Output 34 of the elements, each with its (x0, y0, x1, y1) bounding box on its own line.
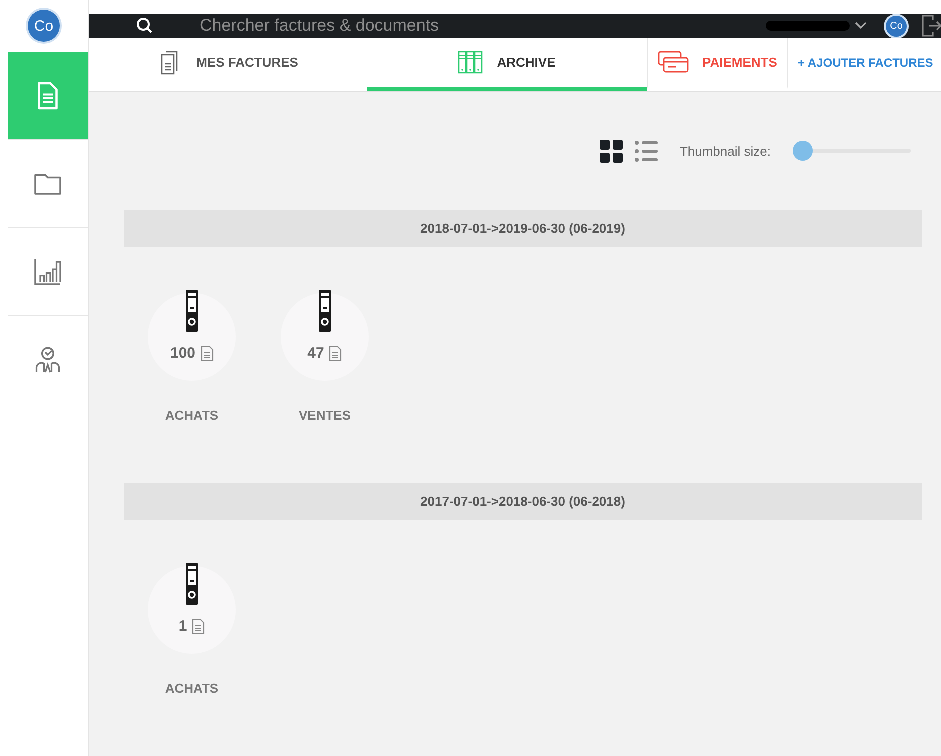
list-view-icon[interactable] (634, 140, 658, 162)
binder-icon (185, 289, 199, 333)
folder-thumbnail[interactable]: 47 (281, 293, 369, 381)
chevron-down-icon[interactable] (854, 21, 868, 31)
binder-icon (185, 562, 199, 606)
binders-icon (458, 50, 484, 75)
add-invoices-link[interactable]: + AJOUTER FACTURES (787, 38, 941, 91)
tab[interactable]: PAIEMENTS (647, 38, 787, 91)
user-avatar[interactable]: Co (28, 10, 60, 42)
logout-icon[interactable] (921, 14, 941, 38)
user-avatar[interactable]: Co (886, 16, 907, 36)
search-icon (136, 17, 154, 35)
folder-thumbnail[interactable]: 100 (148, 293, 236, 381)
tab[interactable]: MES FACTURES (89, 38, 367, 91)
thumbnail-size-slider[interactable] (793, 141, 911, 161)
folder-label: VENTES (298, 408, 351, 423)
folder-label: ACHATS (165, 408, 219, 423)
grid-view-icon[interactable] (600, 140, 623, 162)
sidebar-item[interactable] (8, 52, 88, 140)
bar-chart-icon (33, 256, 63, 286)
period-header: 2018-07-01->2019-06-30 (06-2019) (124, 210, 922, 247)
document-count: 100 (170, 345, 196, 362)
thumbnail-size-label: Thumbnail size: (680, 144, 771, 158)
folder-label: ACHATS (165, 681, 219, 696)
period-header: 2017-07-01->2018-06-30 (06-2018) (124, 483, 922, 520)
document-icon (329, 346, 342, 362)
folder-thumbnail[interactable]: 1 (148, 566, 236, 654)
document-icon (192, 618, 206, 634)
document-count: 47 (308, 345, 324, 362)
cards-icon (658, 50, 689, 75)
document-icon (200, 346, 214, 362)
person-icon (33, 344, 63, 374)
binder-icon (318, 289, 332, 333)
document-count: 1 (178, 618, 188, 635)
